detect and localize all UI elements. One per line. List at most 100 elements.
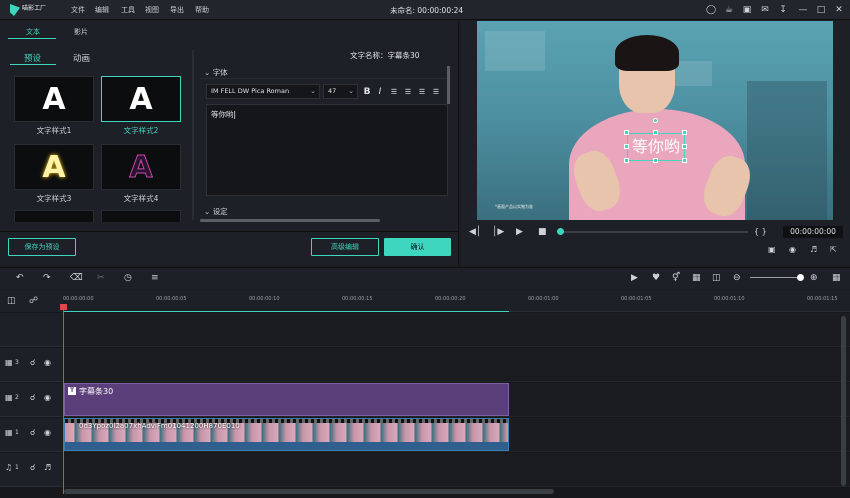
font-section-header[interactable]: ⌄ 字体: [204, 67, 228, 78]
fullscreen-icon[interactable]: ⇱: [830, 242, 837, 258]
menu-file[interactable]: 文件: [71, 5, 85, 15]
style-thumb-4[interactable]: A: [101, 144, 181, 190]
resize-handle[interactable]: [682, 130, 687, 135]
lock-icon[interactable]: ☌: [30, 463, 35, 472]
zoom-out-icon[interactable]: ⊖: [733, 272, 741, 284]
resize-handle[interactable]: [624, 144, 629, 149]
stop-icon[interactable]: ■: [538, 224, 547, 240]
playhead[interactable]: [63, 306, 64, 494]
step-play-icon[interactable]: │▶: [492, 224, 504, 240]
title-clip[interactable]: T 字幕条30: [64, 383, 509, 416]
save-icon[interactable]: ▣: [741, 4, 753, 16]
delete-icon[interactable]: ⌫: [70, 272, 83, 284]
title-selection-box[interactable]: [627, 133, 685, 161]
resize-handle[interactable]: [653, 130, 658, 135]
volume-icon[interactable]: ♬: [44, 463, 51, 472]
play-icon[interactable]: ▶: [516, 224, 523, 240]
adjust-icon[interactable]: ≡: [151, 272, 159, 284]
snapshot-icon[interactable]: ◉: [789, 242, 796, 258]
scrubber-knob[interactable]: [557, 228, 564, 235]
style-thumb-5[interactable]: [14, 210, 94, 222]
display-settings-icon[interactable]: ▣: [768, 242, 776, 258]
settings-section-header[interactable]: ⌄ 设定: [204, 206, 228, 217]
resize-handle[interactable]: [624, 158, 629, 163]
maximize-icon[interactable]: □: [815, 4, 827, 16]
track-row-video-3[interactable]: [62, 348, 850, 382]
volume-icon[interactable]: ♬: [810, 242, 817, 258]
cart-icon[interactable]: ☕: [723, 4, 735, 16]
download-icon[interactable]: ↧: [777, 4, 789, 16]
advanced-edit-button[interactable]: 高级编辑: [311, 238, 379, 256]
microphone-icon[interactable]: ⚥: [672, 272, 680, 284]
lock-icon[interactable]: ☌: [30, 428, 35, 437]
account-icon[interactable]: ◯: [705, 4, 717, 16]
timeline-hscrollbar[interactable]: [64, 489, 554, 494]
settings-hscrollbar[interactable]: [200, 219, 380, 222]
confirm-button[interactable]: 确认: [384, 238, 451, 256]
track-layout-icon[interactable]: ▦: [832, 272, 841, 284]
resize-handle[interactable]: [682, 144, 687, 149]
marker-icon[interactable]: ♥: [652, 272, 660, 284]
ruler-tick: 00:00:00:05: [156, 296, 187, 302]
resize-handle[interactable]: [624, 130, 629, 135]
tab-movie[interactable]: 影片: [74, 27, 88, 37]
render-icon[interactable]: ▶: [631, 272, 638, 284]
link-icon[interactable]: ☍: [29, 295, 38, 307]
track-row-audio-1[interactable]: [62, 453, 850, 487]
playback-scrubber[interactable]: [560, 231, 748, 233]
subtab-presets[interactable]: 预设: [24, 52, 41, 64]
cut-icon[interactable]: ✂: [97, 272, 105, 284]
split-screen-icon[interactable]: ◫: [712, 272, 721, 284]
font-panel-scrollbar[interactable]: [447, 66, 450, 104]
chevron-down-icon: ⌄: [348, 87, 354, 95]
mail-icon[interactable]: ✉: [759, 4, 771, 16]
zoom-in-icon[interactable]: ⊕: [810, 272, 818, 284]
eye-icon[interactable]: ◉: [44, 428, 51, 437]
tab-text[interactable]: 文本: [26, 27, 40, 37]
menu-view[interactable]: 视图: [145, 5, 159, 15]
subtab-animation[interactable]: 动画: [73, 52, 90, 64]
style-thumb-1[interactable]: A: [14, 76, 94, 122]
mixer-icon[interactable]: ▦: [692, 272, 701, 284]
timeline-vscrollbar[interactable]: [841, 316, 846, 486]
align-left-icon[interactable]: ☰: [389, 86, 399, 98]
style-thumb-2[interactable]: A: [101, 76, 181, 122]
italic-button[interactable]: I: [375, 86, 385, 98]
text-content-input[interactable]: 等你哟|: [206, 104, 448, 196]
align-right-icon[interactable]: ☰: [417, 86, 427, 98]
resize-handle[interactable]: [682, 158, 687, 163]
lock-icon[interactable]: ☌: [30, 393, 35, 402]
mark-in-out[interactable]: { }: [754, 224, 767, 240]
font-family-select[interactable]: IM FELL DW Pica Roman ⌄: [206, 84, 320, 99]
redo-icon[interactable]: ↷: [43, 272, 51, 284]
close-icon[interactable]: ✕: [833, 4, 845, 16]
menu-tools[interactable]: 工具: [121, 5, 135, 15]
style-thumb-6[interactable]: [101, 210, 181, 222]
zoom-slider-knob[interactable]: [797, 274, 804, 281]
bold-button[interactable]: B: [362, 86, 372, 98]
lock-icon[interactable]: ☌: [30, 358, 35, 367]
video-clip[interactable]: 0d3Ypoz0l2a07xhAdviFm01041200H870E010: [64, 418, 509, 451]
eye-icon[interactable]: ◉: [44, 393, 51, 402]
track-header-empty: [0, 313, 62, 347]
menu-edit[interactable]: 编辑: [95, 5, 109, 15]
zoom-slider-track[interactable]: [750, 277, 800, 278]
undo-icon[interactable]: ↶: [16, 272, 24, 284]
font-size-select[interactable]: 47 ⌄: [323, 84, 358, 99]
menu-help[interactable]: 帮助: [195, 5, 209, 15]
minimize-icon[interactable]: —: [797, 4, 809, 16]
speed-icon[interactable]: ◷: [124, 272, 132, 284]
align-center-icon[interactable]: ☰: [403, 86, 413, 98]
eye-icon[interactable]: ◉: [44, 358, 51, 367]
menu-export[interactable]: 导出: [170, 5, 184, 15]
resize-handle[interactable]: [653, 158, 658, 163]
rotate-handle[interactable]: [653, 118, 658, 123]
prev-frame-icon[interactable]: ◀│: [469, 224, 481, 240]
chevron-down-icon: ⌄: [204, 68, 211, 77]
align-justify-icon[interactable]: ☰: [431, 86, 441, 98]
presets-scrollbar[interactable]: [192, 50, 194, 220]
preview-video[interactable]: 等你哟 *画面产品以实物为准: [477, 21, 833, 220]
style-thumb-3[interactable]: A: [14, 144, 94, 190]
save-preset-button[interactable]: 保存为预设: [8, 238, 76, 256]
add-track-icon[interactable]: ◫: [7, 295, 16, 307]
